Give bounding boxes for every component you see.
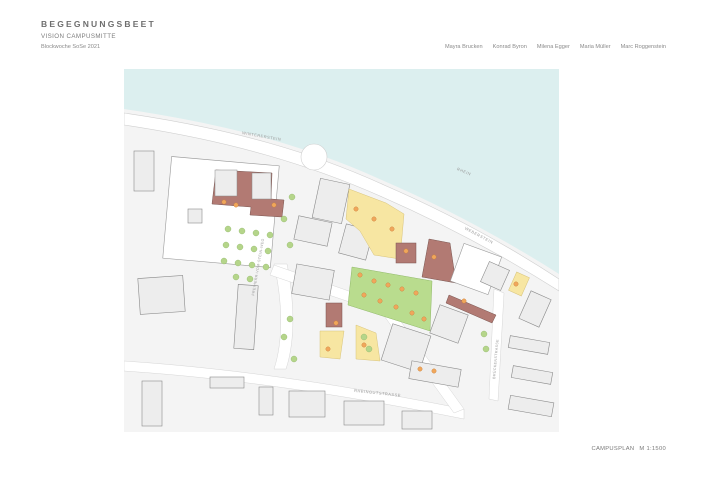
building — [291, 263, 335, 301]
building — [137, 275, 186, 315]
course-label: Blockwoche SoSe 2021 — [41, 44, 101, 50]
building — [187, 208, 203, 224]
author-name: Marc Roggenstein — [620, 44, 666, 50]
building — [507, 394, 555, 418]
building-grey — [214, 169, 238, 197]
campus-site-plan: WINTERERSTEIN WEBERSTEIN RHEIN FREIHERR-… — [124, 69, 559, 432]
plan-scale: M 1:1500 — [639, 446, 666, 452]
author-name: Milena Egger — [536, 44, 570, 50]
plan-caption-text: CAMPUSPLAN — [591, 446, 635, 452]
author-name: Konrad Byron — [492, 44, 527, 50]
building — [343, 400, 385, 426]
roundabout — [300, 143, 328, 171]
building — [133, 150, 155, 192]
building — [510, 365, 554, 385]
project-subtitle: VISION CAMPUSMITTE — [41, 33, 116, 40]
author-name: Mayra Brucken — [445, 44, 483, 50]
yellow-area — [319, 330, 345, 360]
yellow-area — [508, 271, 530, 297]
author-list: Mayra Brucken Konrad Byron Milena Egger … — [445, 44, 666, 50]
red-building — [421, 238, 457, 284]
building — [209, 376, 245, 389]
building — [141, 380, 163, 427]
plan-caption: CAMPUSPLAN M 1:1500 — [591, 446, 666, 452]
author-name: Maria Müller — [579, 44, 611, 50]
building — [258, 386, 274, 416]
building — [311, 177, 351, 225]
building — [518, 290, 552, 328]
building — [288, 390, 326, 418]
building-grey — [251, 172, 272, 200]
building — [408, 360, 462, 388]
project-title: BEGEGNUNGSBEET — [41, 19, 156, 29]
yellow-area — [355, 324, 381, 362]
building — [429, 304, 469, 344]
building — [401, 410, 433, 430]
building — [507, 335, 551, 355]
